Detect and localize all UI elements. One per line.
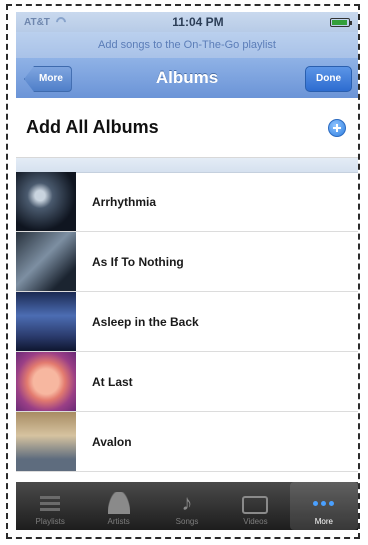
status-bar: AT&T 11:04 PM bbox=[16, 12, 358, 32]
carrier-label: AT&T bbox=[24, 16, 50, 28]
screenshot-frame: AT&T 11:04 PM Add songs to the On-The-Go… bbox=[6, 4, 360, 539]
album-art bbox=[16, 172, 76, 231]
tab-label: Videos bbox=[243, 517, 268, 526]
songs-icon: ♪ bbox=[181, 490, 193, 515]
playlists-icon bbox=[40, 496, 61, 514]
album-art bbox=[16, 292, 76, 351]
album-title: Asleep in the Back bbox=[92, 314, 199, 329]
page-title: Albums bbox=[155, 68, 219, 87]
album-row-avalon[interactable]: Avalon bbox=[16, 412, 358, 472]
navigation-bar: More Albums Done bbox=[16, 58, 358, 98]
add-all-albums-label: Add All Albums bbox=[26, 117, 159, 137]
album-row-arrhythmia[interactable]: Arrhythmia bbox=[16, 172, 358, 232]
tab-label: More bbox=[314, 517, 333, 526]
album-title: Arrhythmia bbox=[92, 194, 157, 209]
add-all-albums-row[interactable]: Add All Albums bbox=[16, 98, 358, 158]
tab-videos[interactable]: Videos bbox=[221, 482, 289, 530]
tab-playlists[interactable]: Playlists bbox=[16, 482, 84, 530]
album-row-asleep-in-the-back[interactable]: Asleep in the Back bbox=[16, 292, 358, 352]
playlist-prompt: Add songs to the On-The-Go playlist bbox=[16, 32, 358, 58]
tab-songs[interactable]: ♪ Songs bbox=[153, 482, 221, 530]
album-title: Avalon bbox=[92, 434, 132, 449]
tab-label: Songs bbox=[175, 517, 199, 526]
tab-bar: Playlists Artists ♪ Songs Videos More bbox=[16, 482, 358, 530]
album-art bbox=[16, 352, 76, 411]
wifi-icon bbox=[53, 14, 68, 30]
more-back-button[interactable]: More bbox=[24, 66, 72, 92]
videos-icon bbox=[242, 496, 269, 514]
tab-artists[interactable]: Artists bbox=[84, 482, 152, 530]
tab-label: Playlists bbox=[35, 517, 65, 526]
album-title: At Last bbox=[92, 374, 133, 389]
status-time: 11:04 PM bbox=[172, 15, 224, 29]
phone-screen: AT&T 11:04 PM Add songs to the On-The-Go… bbox=[16, 12, 358, 530]
tab-more[interactable]: More bbox=[289, 482, 358, 530]
battery-icon bbox=[329, 17, 352, 27]
album-row-at-last[interactable]: At Last bbox=[16, 352, 358, 412]
tab-label: Artists bbox=[107, 517, 130, 526]
album-title: As If To Nothing bbox=[92, 254, 184, 269]
more-icon bbox=[313, 492, 335, 514]
section-index-strip bbox=[16, 158, 358, 173]
album-list: Arrhythmia As If To Nothing Asleep in th… bbox=[16, 172, 358, 472]
artists-icon bbox=[107, 492, 130, 514]
album-row-as-if-to-nothing[interactable]: As If To Nothing bbox=[16, 232, 358, 292]
album-art bbox=[16, 412, 76, 471]
plus-circle-icon[interactable] bbox=[328, 118, 346, 137]
done-button[interactable]: Done bbox=[305, 66, 352, 92]
album-art bbox=[16, 232, 76, 291]
